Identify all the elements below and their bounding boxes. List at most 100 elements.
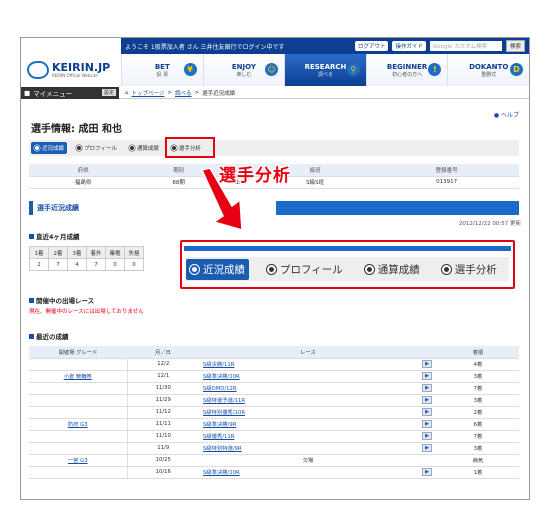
zoom-tab-profile[interactable]: プロフィール xyxy=(263,259,347,280)
breadcrumb-sep: > xyxy=(167,89,172,96)
date-cell: 11/10 xyxy=(127,430,199,443)
place-cell: 7着 xyxy=(437,382,519,395)
place-cell: 3着 xyxy=(437,394,519,407)
info-header: 府県 xyxy=(29,164,138,177)
tab-label: 通算成績 xyxy=(136,146,159,152)
stat-value: 4 xyxy=(67,258,87,271)
nav-enjoy[interactable]: ENJOY 楽しむ ☺ xyxy=(202,54,285,86)
video-icon[interactable]: ▶ xyxy=(422,360,432,368)
help-link[interactable]: ● ヘルプ xyxy=(494,110,519,119)
tab-label: プロフィール xyxy=(84,146,117,152)
zoom-tab-total[interactable]: 通算成績 xyxy=(361,259,424,280)
nav-beginner[interactable]: BEGINNER 初心者の方へ ! xyxy=(365,54,448,86)
stat-header: 着外 xyxy=(86,246,106,259)
date-cell: 10/16 xyxy=(127,466,199,479)
search-icon: ⚲ xyxy=(346,63,360,76)
video-icon[interactable]: ▶ xyxy=(422,432,432,440)
date-cell: 11/9 xyxy=(127,442,199,455)
welcome-text: ようこそ 1般票加入者 さん 三井住友銀行でログイン中です xyxy=(125,43,285,51)
place-cell: 6着 xyxy=(437,418,519,431)
nav-label: ENJOY xyxy=(231,62,256,71)
menu-setting-button[interactable]: 設定 xyxy=(101,89,116,96)
video-icon[interactable]: ▶ xyxy=(422,396,432,404)
place-cell: 1着 xyxy=(437,466,519,479)
video-icon[interactable]: ▶ xyxy=(422,420,432,428)
menu-square-icon: ■ xyxy=(24,88,31,97)
my-menu-label: マイメニュー xyxy=(33,89,73,98)
video-icon[interactable]: ▶ xyxy=(422,372,432,380)
nav-sub: 楽しむ xyxy=(236,71,252,78)
breadcrumb-research[interactable]: 調べる xyxy=(175,89,192,97)
place-cell: 2着 xyxy=(437,406,519,419)
nav-label: DOKANTO xyxy=(469,62,509,71)
table-row: 12/2 S級決勝/11R ▶ 4着 xyxy=(29,358,519,371)
race-link[interactable]: S級特別優秀/10R xyxy=(203,410,245,416)
place-cell: 3着 xyxy=(437,370,519,383)
video-icon[interactable]: ▶ xyxy=(422,408,432,416)
video-icon[interactable]: ▶ xyxy=(422,444,432,452)
breadcrumb-current: 選手近況成績 xyxy=(202,90,236,97)
results-table: 開催場 グレード 月／日 レース 着順 12/2 S級決勝/11R ▶ 4着 小倉 競… xyxy=(29,346,519,479)
venue-link[interactable]: 防府 G3 xyxy=(68,422,88,428)
logout-button[interactable]: ログアウト xyxy=(354,41,389,51)
site-logo[interactable]: KEIRIN.JP KEIRIN Official Website xyxy=(27,54,119,86)
radio-icon xyxy=(267,264,276,274)
zoom-tab-analysis[interactable]: 選手分析 xyxy=(438,259,501,280)
race-link[interactable]: S級準決勝/10R xyxy=(203,470,240,476)
race-cell: S級特選予選/11R xyxy=(199,394,417,407)
nav-research[interactable]: RESEARCH 調べる ⚲ xyxy=(284,54,366,86)
race-link[interactable]: S級特別特選/9R xyxy=(203,446,242,452)
zoom-tab-recent[interactable]: 近況成績 xyxy=(186,258,249,280)
date-cell: 11/29 xyxy=(127,394,199,407)
beginner-icon: ! xyxy=(428,63,442,76)
nav-bet[interactable]: BET 投 票 ¥ xyxy=(121,54,203,86)
tab-label: 通算成績 xyxy=(377,263,420,276)
stat-header: 2着 xyxy=(48,246,68,259)
tab-total[interactable]: 通算成績 xyxy=(126,142,162,154)
race-link[interactable]: S級準決勝/10R xyxy=(203,374,240,380)
radio-icon xyxy=(76,145,83,151)
table-row: 11/9 S級特別特選/9R ▶ 3着 xyxy=(29,442,519,455)
stat-header: 棄権 xyxy=(105,246,125,259)
video-cell: ▶ xyxy=(417,406,437,419)
nav-label: BEGINNER xyxy=(386,62,428,71)
tab-label: 近況成績 xyxy=(203,263,245,276)
help-label: ヘルプ xyxy=(500,112,519,119)
tab-label: 選手分析 xyxy=(454,263,497,276)
player-tabs: 近況成績 プロフィール 通算成績 選手分析 xyxy=(29,140,519,156)
top-bar: ようこそ 1般票加入者 さん 三井住友銀行でログイン中です ログアウト 操作ガイ… xyxy=(121,38,529,54)
nav-dokanto[interactable]: DOKANTO 重勝式 D xyxy=(447,54,529,86)
race-cell: S級特別特選/9R xyxy=(199,442,417,455)
stat-header: 失格 xyxy=(124,246,144,259)
results-header: 開催場 グレード xyxy=(29,346,127,359)
results-header: レース xyxy=(199,346,417,359)
venue-link[interactable]: 一宮 G3 xyxy=(68,458,88,464)
venue-link[interactable]: 小倉 競輪祭 xyxy=(64,374,92,380)
tab-recent[interactable]: 近況成績 xyxy=(31,142,68,154)
race-cell: S級決勝/11R xyxy=(199,358,417,371)
race-link[interactable]: S級DMD/12R xyxy=(203,386,237,392)
breadcrumb-top[interactable]: トップページ xyxy=(132,89,165,97)
search-button[interactable]: 検索 xyxy=(505,40,525,52)
race-cell: S級準決勝/10R xyxy=(199,370,417,383)
ticket-icon: ¥ xyxy=(183,63,197,76)
table-row: 防府 G3 11/11 S級準決勝/9R ▶ 6着 xyxy=(29,418,519,431)
venue-cell xyxy=(29,382,128,395)
my-menu[interactable]: ■ マイメニュー 設定 xyxy=(21,86,119,99)
race-link[interactable]: S級準決勝/9R xyxy=(203,422,236,428)
video-icon[interactable]: ▶ xyxy=(422,384,432,392)
search-input[interactable]: Google カスタム検索 xyxy=(429,41,502,51)
race-cell: S級優秀/11R xyxy=(199,430,417,443)
entry-heading: 開催中の出場レース xyxy=(29,295,94,305)
results-heading: 最近の成績 xyxy=(29,331,69,341)
update-timestamp: 2012/12/22 00:57 更新 xyxy=(458,221,521,227)
guide-button[interactable]: 操作ガイド xyxy=(392,41,426,51)
video-cell: ▶ xyxy=(417,418,437,431)
race-link[interactable]: S級優秀/11R xyxy=(203,434,234,440)
tab-profile[interactable]: プロフィール xyxy=(73,142,120,154)
race-link[interactable]: S級特選予選/11R xyxy=(203,398,245,404)
race-link[interactable]: S級決勝/11R xyxy=(203,362,234,368)
table-row: 11/12 S級特別優秀/10R ▶ 2着 xyxy=(29,406,519,419)
race-cell: S級特別優秀/10R xyxy=(199,406,417,419)
video-icon[interactable]: ▶ xyxy=(422,468,432,476)
